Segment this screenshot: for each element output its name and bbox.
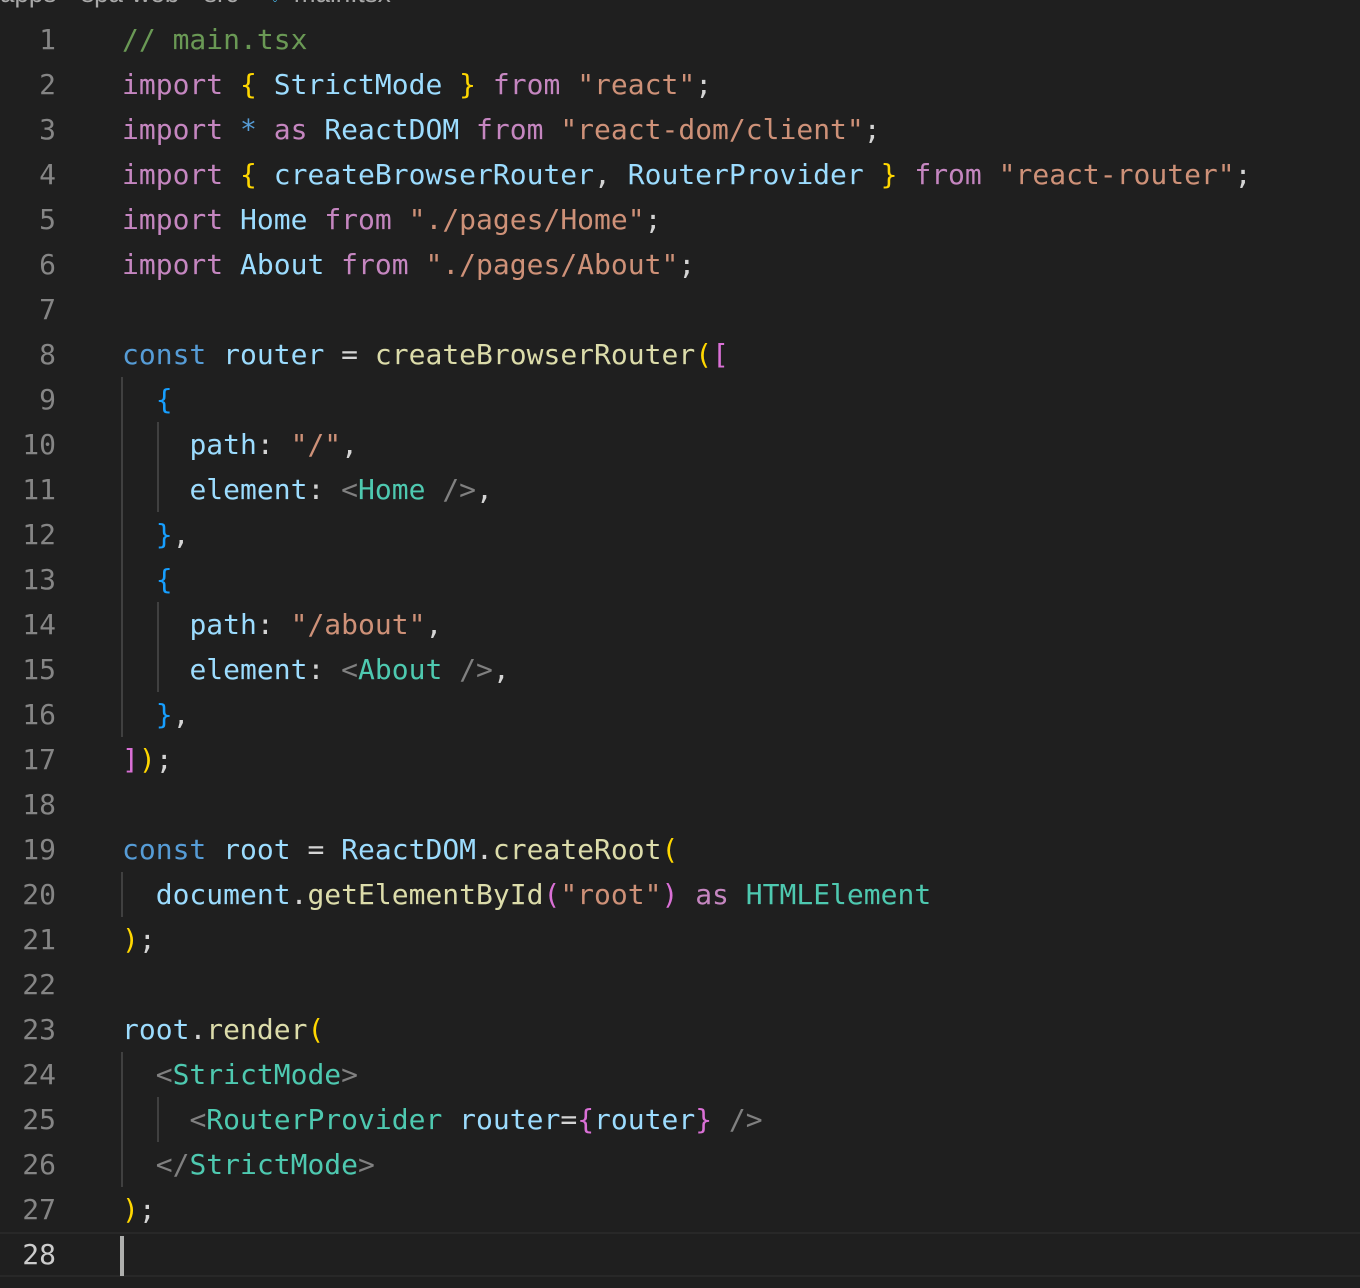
chevron-right-icon: › — [391, 0, 416, 8]
code-editor[interactable]: apps›spa-web›src›⚛ main.tsx› 1 // main.t… — [0, 0, 1360, 1288]
line-content: path: "/", — [189, 428, 359, 461]
line-content: ]); — [122, 743, 173, 776]
line-number: 14 — [22, 608, 56, 641]
code-line[interactable]: 11 element: <Home />, — [0, 467, 1360, 512]
line-content: <StrictMode> — [155, 1058, 359, 1091]
line-number: 16 — [22, 698, 56, 731]
code-line[interactable]: 7 — [0, 287, 1360, 332]
line-content: const router = createBrowserRouter([ — [122, 338, 729, 371]
code-line[interactable]: 10 path: "/", — [0, 422, 1360, 467]
code-line[interactable]: 17 ]); — [0, 737, 1360, 782]
line-number: 12 — [22, 518, 56, 551]
line-content: ); — [122, 923, 156, 956]
code-line[interactable]: 16 }, — [0, 692, 1360, 737]
code-line[interactable]: 4 import { createBrowserRouter, RouterPr… — [0, 152, 1360, 197]
react-file-icon: ⚛ — [263, 0, 286, 8]
code-line[interactable]: 24 <StrictMode> — [0, 1052, 1360, 1097]
line-content: document.getElementById("root") as HTMLE… — [155, 878, 932, 911]
line-number: 17 — [22, 743, 56, 776]
line-number: 23 — [22, 1013, 56, 1046]
line-number: 9 — [39, 383, 56, 416]
line-number: 7 — [39, 293, 56, 326]
line-number: 26 — [22, 1148, 56, 1181]
line-content: { — [155, 563, 173, 596]
line-content: }, — [155, 698, 190, 731]
line-number: 1 — [39, 23, 56, 56]
line-content: <RouterProvider router={router} /> — [189, 1103, 763, 1136]
breadcrumb: apps›spa-web›src›⚛ main.tsx› — [0, 0, 415, 8]
line-number: 6 — [39, 248, 56, 281]
line-number: 27 — [22, 1193, 56, 1226]
code-line[interactable]: 27 ); — [0, 1187, 1360, 1232]
line-content: </StrictMode> — [155, 1148, 375, 1181]
line-number: 21 — [22, 923, 56, 956]
code-line[interactable]: 21 ); — [0, 917, 1360, 962]
chevron-right-icon: › — [239, 0, 264, 8]
code-line[interactable]: 26 </StrictMode> — [0, 1142, 1360, 1187]
line-content: const root = ReactDOM.createRoot( — [122, 833, 679, 866]
code-line[interactable]: 5 import Home from "./pages/Home"; — [0, 197, 1360, 242]
code-line-current[interactable]: 28 — [0, 1232, 1360, 1277]
line-content: import * as ReactDOM from "react-dom/cli… — [122, 113, 881, 146]
line-number: 28 — [22, 1238, 56, 1271]
code-line[interactable]: 23 root.render( — [0, 1007, 1360, 1052]
line-number: 8 — [39, 338, 56, 371]
breadcrumb-item-spa-web[interactable]: spa-web — [81, 0, 179, 8]
code-line[interactable]: 25 <RouterProvider router={router} /> — [0, 1097, 1360, 1142]
code-line[interactable]: 12 }, — [0, 512, 1360, 557]
line-number: 22 — [22, 968, 56, 1001]
line-content: import { StrictMode } from "react"; — [122, 68, 713, 101]
line-number: 13 — [22, 563, 56, 596]
code-line[interactable]: 14 path: "/about", — [0, 602, 1360, 647]
line-content: import { createBrowserRouter, RouterProv… — [122, 158, 1252, 191]
line-content: }, — [155, 518, 190, 551]
code-line[interactable]: 6 import About from "./pages/About"; — [0, 242, 1360, 287]
line-content: root.render( — [122, 1013, 325, 1046]
breadcrumb-item-file[interactable]: main.tsx — [294, 0, 391, 8]
code-line[interactable]: 22 — [0, 962, 1360, 1007]
code-line[interactable]: 1 // main.tsx — [0, 17, 1360, 62]
line-number: 20 — [22, 878, 56, 911]
line-number: 10 — [22, 428, 56, 461]
line-content: import About from "./pages/About"; — [122, 248, 696, 281]
line-content: element: <About />, — [189, 653, 510, 686]
line-content: { — [155, 383, 173, 416]
line-number: 15 — [22, 653, 56, 686]
line-number: 4 — [39, 158, 56, 191]
code-line[interactable]: 8 const router = createBrowserRouter([ — [0, 332, 1360, 377]
chevron-right-icon: › — [179, 0, 204, 8]
code-line[interactable]: 20 document.getElementById("root") as HT… — [0, 872, 1360, 917]
line-number: 18 — [22, 788, 56, 821]
chevron-right-icon: › — [56, 0, 81, 8]
line-number: 11 — [22, 473, 56, 506]
current-line-highlight — [0, 1232, 1360, 1277]
line-number: 25 — [22, 1103, 56, 1136]
line-number: 3 — [39, 113, 56, 146]
line-content: element: <Home />, — [189, 473, 493, 506]
breadcrumb-item-src[interactable]: src — [204, 0, 239, 8]
code-line[interactable]: 18 — [0, 782, 1360, 827]
text-cursor — [120, 1236, 124, 1276]
line-content: // main.tsx — [122, 23, 308, 56]
line-number: 2 — [39, 68, 56, 101]
code-line[interactable]: 13 { — [0, 557, 1360, 602]
code-line[interactable]: 9 { — [0, 377, 1360, 422]
line-number: 19 — [22, 833, 56, 866]
code-line[interactable]: 19 const root = ReactDOM.createRoot( — [0, 827, 1360, 872]
breadcrumb-item-apps[interactable]: apps — [0, 0, 56, 8]
line-content: ); — [122, 1193, 156, 1226]
code-line[interactable]: 15 element: <About />, — [0, 647, 1360, 692]
line-number: 24 — [22, 1058, 56, 1091]
line-content: path: "/about", — [189, 608, 443, 641]
line-number: 5 — [39, 203, 56, 236]
code-line[interactable]: 2 import { StrictMode } from "react"; — [0, 62, 1360, 107]
code-line[interactable]: 3 import * as ReactDOM from "react-dom/c… — [0, 107, 1360, 152]
line-content: import Home from "./pages/Home"; — [122, 203, 662, 236]
